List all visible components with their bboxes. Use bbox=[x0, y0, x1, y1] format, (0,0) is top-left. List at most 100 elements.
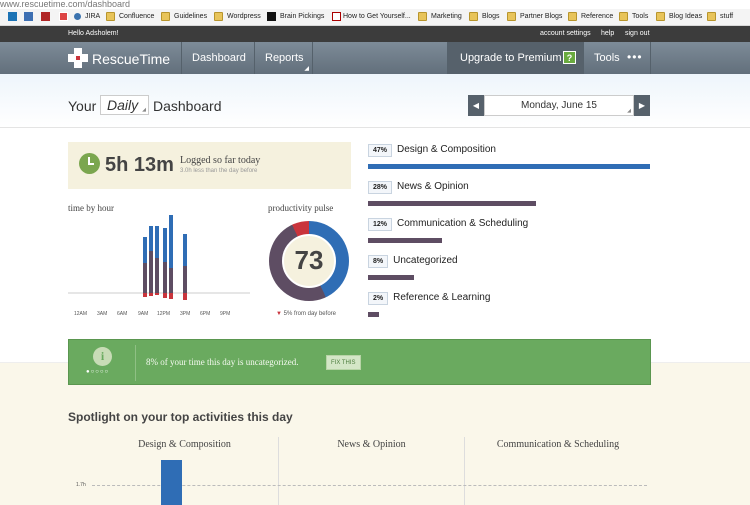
account-settings-link[interactable]: account settings bbox=[540, 26, 591, 42]
logo-text: RescueTime bbox=[92, 51, 171, 67]
logged-label: Logged so far today bbox=[180, 155, 261, 166]
category-name: Communication & Scheduling bbox=[397, 218, 529, 229]
upgrade-label: Upgrade to Premium bbox=[460, 52, 562, 64]
bookmark-blogs[interactable]: Blogs bbox=[482, 13, 500, 20]
divider bbox=[135, 345, 136, 381]
period-value: Daily bbox=[107, 97, 139, 113]
category-pct: 28% bbox=[368, 181, 393, 194]
greeting: Hello Adsholem! bbox=[68, 30, 119, 37]
nav-dashboard[interactable]: Dashboard bbox=[181, 42, 254, 74]
corner-arrow-icon: ◢ bbox=[142, 107, 146, 113]
category-pct: 12% bbox=[368, 218, 393, 231]
hour-tick: 3AM bbox=[97, 311, 108, 317]
bookmark-guidelines[interactable]: Guidelines bbox=[174, 13, 207, 20]
category-bar bbox=[368, 201, 536, 206]
spotlight-column-title[interactable]: Design & Composition bbox=[68, 439, 301, 450]
down-arrow-icon: ▼ bbox=[276, 311, 282, 317]
bookmark-reference[interactable]: Reference bbox=[581, 13, 613, 20]
category-bar bbox=[368, 238, 442, 243]
jira-icon[interactable] bbox=[74, 13, 81, 20]
pulse-title: productivity pulse bbox=[268, 203, 334, 213]
category-pct: 8% bbox=[368, 255, 389, 268]
category-pct: 47% bbox=[368, 144, 393, 157]
hour-tick: 12AM bbox=[74, 311, 88, 317]
upgrade-button[interactable]: Upgrade to Premium ? bbox=[447, 42, 583, 74]
bookmark-confluence[interactable]: Confluence bbox=[119, 13, 154, 20]
folder-icon bbox=[418, 12, 427, 21]
help-badge-icon: ? bbox=[563, 51, 576, 64]
category-name: News & Opinion bbox=[397, 181, 469, 192]
title-suffix: Dashboard bbox=[153, 98, 222, 114]
info-icon: i bbox=[93, 347, 112, 366]
folder-icon bbox=[507, 12, 516, 21]
linkedin-icon[interactable] bbox=[8, 12, 17, 21]
period-select[interactable]: Daily ◢ bbox=[100, 95, 149, 115]
spotlight-column-title[interactable]: News & Opinion bbox=[279, 439, 464, 450]
tools-menu[interactable]: Tools ••• bbox=[583, 42, 651, 74]
chart-icon[interactable] bbox=[41, 12, 50, 21]
more-dots-icon: ••• bbox=[627, 50, 643, 64]
hour-tick: 12PM bbox=[157, 311, 171, 317]
folder-icon bbox=[619, 12, 628, 21]
bookmark-brain-pickings[interactable]: Brain Pickings bbox=[280, 13, 324, 20]
logo[interactable]: RescueTime bbox=[68, 47, 178, 69]
sign-out-link[interactable]: sign out bbox=[625, 26, 650, 42]
url-bar[interactable]: www.rescuetime.com/dashboard bbox=[0, 0, 750, 9]
category-item[interactable]: 2% Reference & Learning bbox=[368, 292, 490, 305]
spotlight-title: Spotlight on your top activities this da… bbox=[68, 410, 293, 424]
brain-pickings-icon bbox=[267, 12, 276, 21]
folder-icon bbox=[656, 12, 665, 21]
bookmark-jira[interactable]: JIRA bbox=[85, 13, 100, 20]
bookmark-tools[interactable]: Tools bbox=[632, 13, 648, 20]
folder-icon bbox=[214, 12, 223, 21]
logged-time-box: 5h 13m Logged so far today 3.0h less tha… bbox=[68, 142, 351, 189]
spotlight-panel: Design & Composition News & Opinion Comm… bbox=[68, 437, 651, 505]
help-link[interactable]: help bbox=[601, 26, 614, 42]
bookmark-how-to[interactable]: How to Get Yourself... bbox=[343, 13, 411, 20]
prev-day-button[interactable]: ◀ bbox=[468, 95, 484, 116]
gmail-icon[interactable] bbox=[59, 12, 68, 21]
page-icon bbox=[332, 12, 341, 21]
pulse-ring: 73 bbox=[269, 221, 349, 301]
folder-icon bbox=[568, 12, 577, 21]
bookmarks-bar: JIRA Confluence Guidelines Wordpress Bra… bbox=[0, 9, 750, 26]
account-bar: Hello Adsholem! account settings help si… bbox=[0, 26, 750, 42]
logged-sub: 3.0h less than the day before bbox=[180, 168, 258, 174]
folder-icon bbox=[106, 12, 115, 21]
logo-cross-icon bbox=[68, 48, 88, 68]
category-item[interactable]: 47% Design & Composition bbox=[368, 144, 496, 157]
spotlight-column-title[interactable]: Communication & Scheduling bbox=[465, 439, 651, 450]
folder-icon bbox=[161, 12, 170, 21]
date-select[interactable]: Monday, June 15 ◢ bbox=[484, 95, 634, 116]
mail-icon[interactable] bbox=[24, 12, 33, 21]
hour-axis: 12AM 3AM 6AM 9AM 12PM 3PM 6PM 9PM bbox=[68, 311, 250, 319]
bookmark-blog-ideas[interactable]: Blog Ideas bbox=[669, 13, 702, 20]
nav-reports-label: Reports bbox=[265, 52, 304, 64]
uncategorized-alert: i ●○○○○ 8% of your time this day is unca… bbox=[68, 339, 651, 385]
category-item[interactable]: 12% Communication & Scheduling bbox=[368, 218, 528, 231]
bookmark-stuff[interactable]: stuff bbox=[720, 13, 733, 20]
category-pct: 2% bbox=[368, 292, 389, 305]
fix-this-button[interactable]: FIX THIS bbox=[326, 355, 361, 370]
category-bar bbox=[368, 275, 414, 280]
pulse-score: 73 bbox=[294, 245, 324, 275]
category-item[interactable]: 28% News & Opinion bbox=[368, 181, 469, 194]
category-name: Reference & Learning bbox=[393, 292, 491, 303]
pulse-delta-text: 5% from day before bbox=[283, 311, 336, 317]
bookmark-wordpress[interactable]: Wordpress bbox=[227, 13, 261, 20]
carousel-dots[interactable]: ●○○○○ bbox=[86, 369, 109, 375]
nav-reports[interactable]: Reports ◢ bbox=[254, 42, 313, 74]
hour-tick: 6AM bbox=[117, 311, 128, 317]
next-day-button[interactable]: ▶ bbox=[634, 95, 650, 116]
category-item[interactable]: 8% Uncategorized bbox=[368, 255, 458, 268]
bookmark-partner-blogs[interactable]: Partner Blogs bbox=[520, 13, 562, 20]
bookmark-marketing[interactable]: Marketing bbox=[431, 13, 462, 20]
clock-icon bbox=[79, 153, 100, 174]
category-bar bbox=[368, 164, 650, 169]
spotlight-bar[interactable] bbox=[161, 460, 182, 505]
title-prefix: Your bbox=[68, 98, 97, 114]
hour-tick: 9AM bbox=[138, 311, 149, 317]
category-name: Design & Composition bbox=[397, 144, 496, 155]
hour-tick: 9PM bbox=[220, 311, 231, 317]
category-name: Uncategorized bbox=[393, 255, 458, 266]
